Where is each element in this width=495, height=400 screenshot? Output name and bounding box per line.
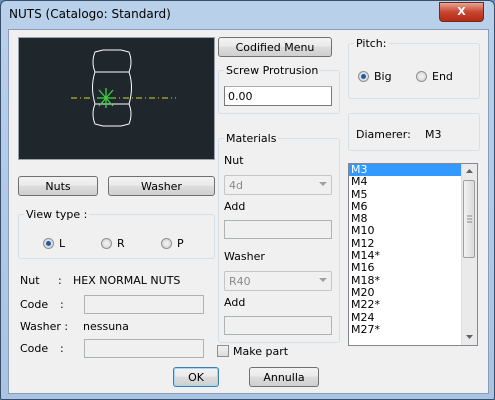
pitch-end-label: End (432, 70, 453, 83)
nut-separator: : (58, 274, 62, 287)
view-type-radio-l[interactable] (43, 238, 54, 249)
list-item[interactable]: M5 (349, 188, 477, 201)
crosshair-icon (98, 88, 114, 108)
view-type-label: View type : (24, 208, 90, 221)
view-type-l-label: L (59, 237, 66, 250)
chevron-down-icon (466, 335, 473, 339)
scroll-thumb[interactable] (463, 180, 475, 258)
dialog-body: Nuts Washer View type : L R P Nut : HEX … (8, 29, 489, 394)
dialog-window: NUTS (Catalogo: Standard) X Nuts Washer … (0, 0, 495, 400)
pitch-big-label: Big (374, 70, 392, 83)
nuts-button[interactable]: Nuts (18, 176, 98, 196)
pitch-label: Pitch: (354, 37, 389, 50)
codified-menu-button[interactable]: Codified Menu (218, 37, 332, 57)
size-list-scrollbar[interactable] (461, 164, 477, 345)
material-nut-select: 4d (224, 175, 332, 195)
nut-label: Nut (20, 274, 40, 287)
washer-button[interactable]: Washer (108, 176, 215, 196)
washer-value: nessuna (83, 320, 129, 333)
pitch-group (348, 43, 480, 99)
view-type-radio-r[interactable] (101, 238, 112, 249)
material-nut-value: 4d (229, 179, 243, 192)
material-washer-label: Washer (224, 250, 265, 263)
size-list[interactable]: M3 M4 M5 M6 M8 M10 M12 M14* M16 M18* M20… (348, 163, 478, 346)
material-washer-value: R40 (229, 275, 251, 288)
code2-label: Code (20, 342, 49, 355)
chevron-down-icon (319, 182, 327, 186)
washer-code-field (84, 339, 204, 358)
window-title: NUTS (Catalogo: Standard) (9, 7, 171, 21)
material-nut-label: Nut (224, 154, 244, 167)
add1-field (224, 220, 332, 239)
code-separator: : (60, 298, 64, 311)
washer-label: Washer : (20, 320, 69, 333)
code-label: Code (20, 298, 49, 311)
list-item[interactable]: M27* (349, 323, 477, 336)
materials-label: Materials (224, 132, 279, 145)
screw-protrusion-label: Screw Protrusion (224, 64, 321, 77)
title-bar[interactable]: NUTS (Catalogo: Standard) X (1, 1, 494, 29)
ok-button[interactable]: OK (173, 367, 219, 387)
screw-protrusion-input[interactable] (224, 86, 332, 106)
list-item[interactable]: M6 (349, 200, 477, 213)
list-item[interactable]: M22* (349, 298, 477, 311)
materials-group (218, 138, 340, 343)
diameter-label: Diamerer: (356, 128, 411, 141)
scroll-down-button[interactable] (463, 330, 476, 344)
list-item[interactable]: M16 (349, 262, 477, 275)
view-type-p-label: P (177, 237, 184, 250)
view-type-r-label: R (117, 237, 125, 250)
close-button[interactable]: X (439, 2, 484, 22)
make-part-label: Make part (233, 345, 289, 358)
add2-field (224, 316, 332, 335)
scroll-up-button[interactable] (463, 164, 476, 178)
nut-drawing (71, 49, 176, 127)
code2-separator: : (60, 342, 64, 355)
list-item[interactable]: M24 (349, 311, 477, 324)
list-item[interactable]: M10 (349, 225, 477, 238)
diameter-value: M3 (425, 128, 442, 141)
pitch-radio-big[interactable] (358, 71, 369, 82)
grip-icon (467, 215, 472, 223)
add1-label: Add (224, 200, 246, 213)
nut-code-field (84, 295, 204, 314)
nut-preview (18, 37, 215, 160)
make-part-checkbox[interactable] (217, 345, 229, 357)
chevron-down-icon (319, 278, 327, 282)
pitch-radio-end[interactable] (416, 71, 427, 82)
chevron-up-icon (466, 169, 473, 173)
list-item[interactable]: M4 (349, 175, 477, 188)
nut-type-value: HEX NORMAL NUTS (73, 274, 181, 287)
add2-label: Add (224, 296, 246, 309)
list-item[interactable]: M3 (349, 164, 477, 177)
material-washer-select: R40 (224, 271, 332, 291)
view-type-radio-p[interactable] (161, 238, 172, 249)
cancel-button[interactable]: Annulla (249, 367, 319, 387)
